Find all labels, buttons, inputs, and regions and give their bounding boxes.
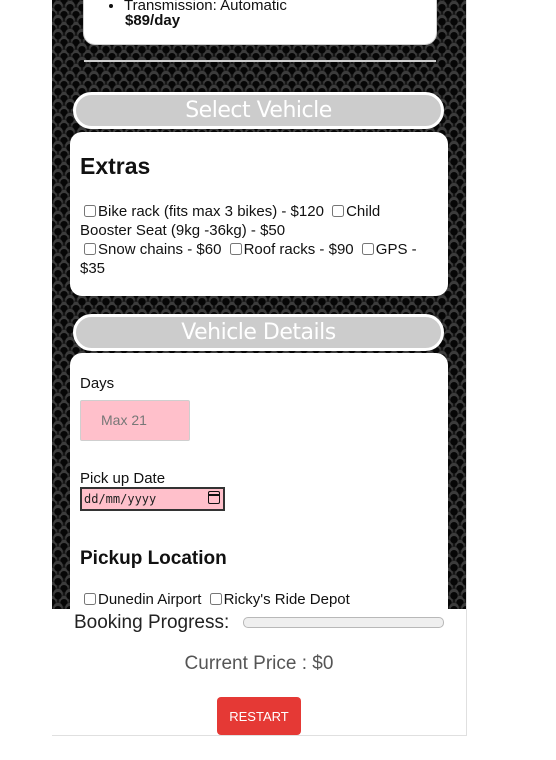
- pickup-location-options: Dunedin Airport Ricky's Ride Depot: [80, 591, 350, 608]
- booking-progress-label: Booking Progress:: [74, 612, 230, 633]
- calendar-icon[interactable]: [208, 491, 220, 504]
- roof-racks-checkbox[interactable]: [229, 243, 242, 255]
- booking-footer: Booking Progress: Current Price : $0 RES…: [52, 609, 466, 735]
- pickup-date-label: Pick up Date: [80, 470, 166, 487]
- pickup-date-placeholder: dd/mm/yyyy: [84, 492, 157, 506]
- dunedin-airport-label: Dunedin Airport: [98, 591, 202, 608]
- bike-rack-label: Bike rack (fits max 3 bikes) - $120: [98, 203, 324, 220]
- restart-button[interactable]: RESTART: [217, 697, 301, 735]
- dunedin-airport-checkbox[interactable]: [84, 593, 96, 605]
- vehicle-price: $89/day: [125, 12, 181, 29]
- vehicle-spec-list: Transmission: Automatic: [84, 0, 287, 15]
- bike-rack-checkbox[interactable]: [84, 205, 96, 217]
- booster-seat-checkbox[interactable]: [332, 205, 345, 217]
- rickys-ride-depot-label: Ricky's Ride Depot: [223, 591, 350, 608]
- pickup-location-title: Pickup Location: [80, 548, 227, 569]
- roof-racks-label: Roof racks - $90: [243, 241, 354, 258]
- snow-chains-checkbox[interactable]: [84, 243, 96, 255]
- select-vehicle-button[interactable]: Select Vehicle: [73, 92, 444, 129]
- days-label: Days: [80, 375, 115, 392]
- extras-options: Bike rack (fits max 3 bikes) - $120 Chil…: [80, 202, 436, 278]
- current-price: Current Price : $0: [184, 653, 334, 674]
- extras-title: Extras: [80, 153, 151, 179]
- extras-card: Extras Bike rack (fits max 3 bikes) - $1…: [70, 132, 448, 296]
- days-input[interactable]: Max 21: [80, 400, 190, 441]
- divider: [84, 60, 436, 62]
- vehicle-card: Transmission: Automatic $89/day: [83, 0, 437, 45]
- gps-checkbox[interactable]: [361, 243, 374, 255]
- vehicle-details-card: Days Max 21 Pick up Date dd/mm/yyyy Pick…: [70, 353, 448, 623]
- rickys-ride-depot-checkbox[interactable]: [209, 593, 222, 605]
- snow-chains-label: Snow chains - $60: [98, 241, 222, 258]
- vehicle-details-button[interactable]: Vehicle Details: [73, 314, 444, 351]
- booking-progress-bar: [243, 617, 444, 628]
- pickup-date-input[interactable]: dd/mm/yyyy: [80, 487, 225, 511]
